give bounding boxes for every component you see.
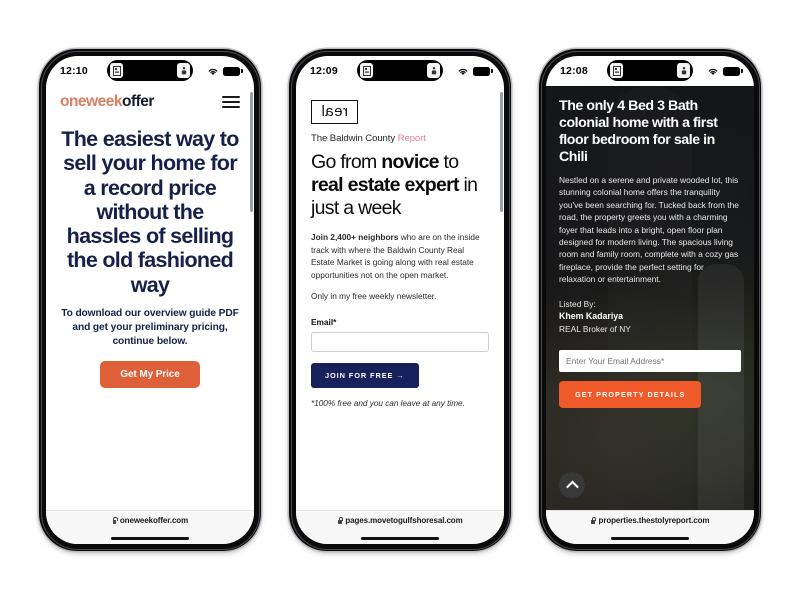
hamburger-line [222, 101, 240, 103]
brand-logo-part2: offer [121, 93, 154, 110]
status-clock: 12:08 [560, 65, 588, 77]
hero-paragraph-2: Only in my free weekly newsletter. [311, 291, 437, 302]
scroll-to-top-button[interactable] [559, 472, 585, 498]
status-clock: 12:10 [60, 65, 88, 77]
hamburger-line [222, 106, 240, 108]
home-indicator [111, 536, 189, 540]
get-property-details-button[interactable]: GET PROPERTY DETAILS [559, 381, 702, 409]
phone-3-page: The only 4 Bed 3 Bath colonial home with… [546, 86, 754, 510]
report-kicker: The Baldwin County Report [311, 133, 489, 144]
get-my-price-button[interactable]: Get My Price [100, 361, 200, 389]
battery-icon [223, 66, 243, 76]
hero-headline: Go from novice to real estate expert in … [311, 151, 489, 219]
phone-1-status-bar: 12:10 [46, 56, 254, 86]
hamburger-menu-icon[interactable] [222, 96, 240, 108]
email-field-label: Email* [311, 316, 337, 327]
listing-headline: The only 4 Bed 3 Bath colonial home with… [559, 98, 718, 166]
chevron-up-icon [565, 480, 579, 493]
phone-mockup-3: 12:08 The only 4 Bed 3 Bath colonial hom… [539, 49, 761, 551]
phone-1-screen: 12:10 oneweekoffer The easiest way to se… [46, 56, 254, 544]
hamburger-line [222, 96, 240, 98]
fine-print: *100% free and you can leave at any time… [311, 398, 465, 408]
url-text: pages.movetogulfshoresal.com [345, 516, 463, 525]
dynamic-island [107, 60, 193, 81]
status-indicators [457, 66, 493, 76]
real-logo-text: real [321, 103, 349, 120]
email-input[interactable] [311, 331, 489, 352]
headline-seg-1: novice [381, 151, 439, 173]
property-listing-content: The only 4 Bed 3 Bath colonial home with… [546, 86, 754, 409]
agent-name: Khem Kadariya [559, 311, 624, 322]
phone-3-status-bar: 12:08 [546, 56, 754, 86]
wifi-icon [458, 68, 468, 75]
url-chip[interactable]: pages.movetogulfshoresal.com [337, 516, 463, 525]
kicker-accent: Report [397, 133, 426, 144]
agent-brokerage: REAL Broker of NY [559, 324, 631, 335]
status-clock: 12:09 [310, 65, 338, 77]
url-chip[interactable]: oneweekoffer.com [112, 516, 188, 525]
url-text: oneweekoffer.com [119, 516, 189, 525]
phone-2-status-bar: 12:09 [296, 56, 504, 86]
phone-1-browser-url-bar[interactable]: oneweekoffer.com [46, 510, 254, 544]
phone-2-screen: 12:09 real The Baldwin County Report Go … [296, 56, 504, 544]
headline-seg-0: Go from [311, 151, 382, 173]
phone-mockup-1: 12:10 oneweekoffer The easiest way to se… [39, 49, 261, 551]
page-scrollbar[interactable] [250, 92, 253, 212]
email-input[interactable] [559, 350, 741, 373]
phone-1-page: oneweekoffer The easiest way to sell you… [46, 86, 254, 510]
url-chip[interactable]: properties.thestolyreport.com [591, 516, 710, 525]
site-header: oneweekoffer [46, 86, 254, 111]
newsletter-landing: real The Baldwin County Report Go from n… [296, 86, 504, 408]
hero-headline: The easiest way to sell your home for a … [61, 127, 239, 297]
brand-logo[interactable]: oneweekoffer [60, 93, 154, 111]
status-indicators [707, 66, 743, 76]
screenshot-canvas: 12:10 oneweekoffer The easiest way to se… [0, 0, 800, 600]
lock-icon [337, 517, 344, 524]
island-indicator-left-icon [360, 63, 373, 78]
island-indicator-right-icon [427, 63, 440, 78]
phone-2-browser-url-bar[interactable]: pages.movetogulfshoresal.com [296, 510, 504, 544]
hero-paragraph: Join 2,400+ neighbors who are on the ins… [311, 231, 489, 281]
phone-3-screen: 12:08 The only 4 Bed 3 Bath colonial hom… [546, 56, 754, 544]
battery-icon [723, 66, 743, 76]
headline-seg-3: real estate expert [311, 173, 460, 196]
lock-icon [591, 517, 597, 524]
phone-3-browser-url-bar[interactable]: properties.thestolyreport.com [546, 510, 754, 544]
island-indicator-left-icon [110, 63, 123, 78]
lock-icon [112, 517, 118, 524]
island-indicator-left-icon [610, 63, 623, 78]
hero-subhead: To download our overview guide PDF and g… [61, 307, 239, 347]
wifi-icon [208, 68, 218, 75]
wifi-icon [708, 68, 718, 75]
listed-by-label: Listed By: [559, 299, 596, 310]
phone-2-page: real The Baldwin County Report Go from n… [296, 86, 504, 510]
paragraph-bold-lead: Join 2,400+ neighbors [311, 232, 399, 243]
home-indicator [611, 536, 689, 540]
dynamic-island [607, 60, 693, 81]
url-text: properties.thestolyreport.com [598, 516, 710, 525]
page-scrollbar[interactable] [500, 92, 503, 212]
real-brand-logo[interactable]: real [311, 100, 359, 124]
kicker-plain: The Baldwin County [311, 133, 398, 144]
dynamic-island [357, 60, 443, 81]
battery-icon [473, 66, 493, 76]
join-for-free-button[interactable]: JOIN FOR FREE → [311, 362, 419, 388]
listing-description: Nestled on a serene and private wooded l… [559, 175, 739, 284]
phone-mockup-2: 12:09 real The Baldwin County Report Go … [289, 49, 511, 551]
hero-section: The easiest way to sell your home for a … [46, 111, 254, 389]
headline-seg-2: to [438, 151, 460, 173]
island-indicator-right-icon [677, 63, 690, 78]
home-indicator [361, 536, 439, 540]
brand-logo-part1: oneweek [60, 93, 122, 110]
status-indicators [207, 66, 243, 76]
island-indicator-right-icon [177, 63, 190, 78]
